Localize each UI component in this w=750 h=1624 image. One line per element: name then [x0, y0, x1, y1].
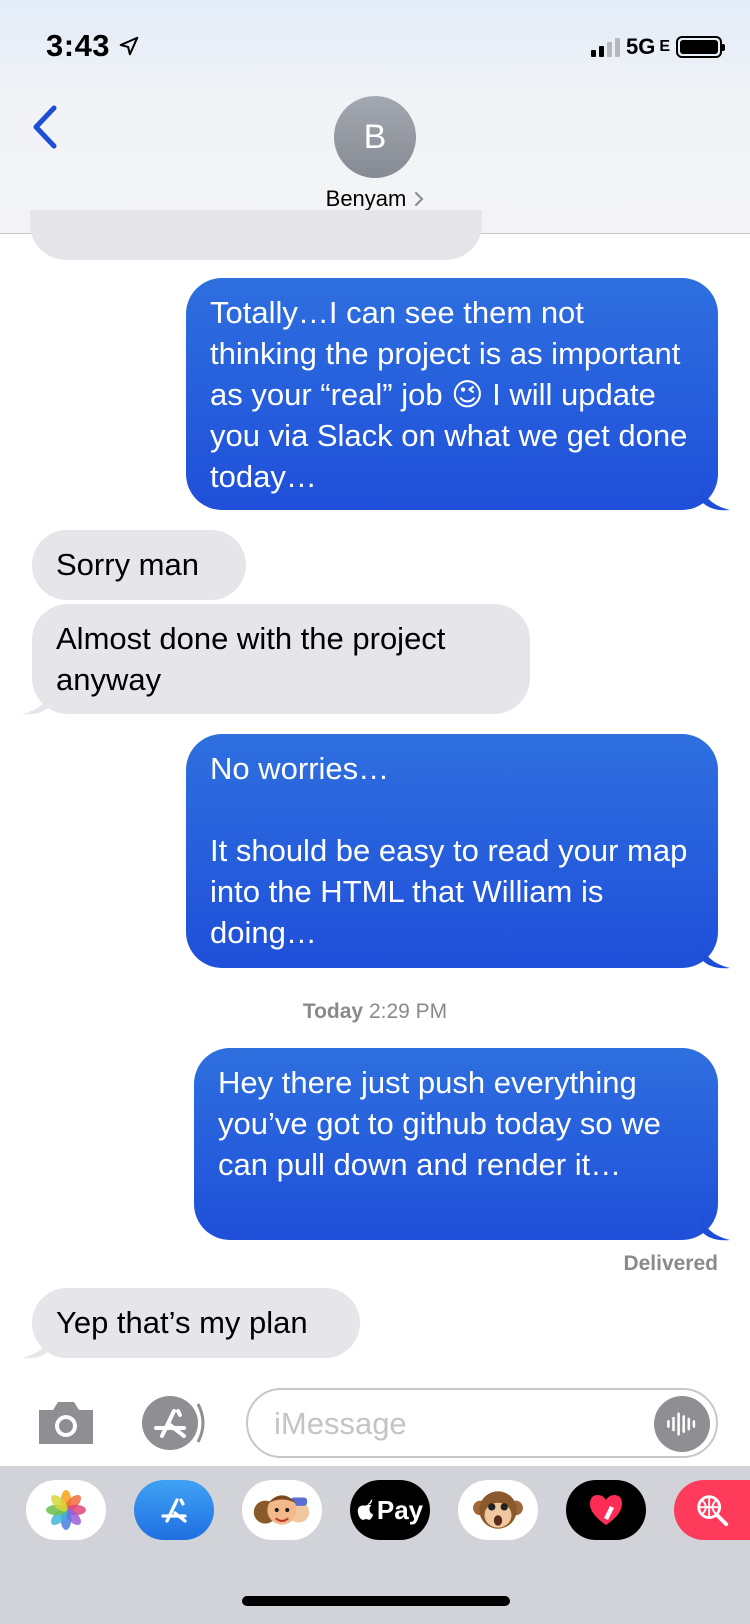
imessage-placeholder: iMessage [274, 1406, 407, 1441]
audio-message-button[interactable] [654, 1396, 710, 1452]
app-store-icon[interactable] [134, 1480, 214, 1540]
web-images-search-icon[interactable] [674, 1480, 750, 1540]
bubble-tail [700, 482, 730, 511]
timestamp-day: Today [302, 1000, 364, 1023]
apple-pay-label: Pay [376, 1494, 424, 1525]
message-bubble-incoming[interactable]: Yep that’s my plan [32, 1288, 360, 1358]
camera-icon[interactable] [35, 1398, 97, 1448]
avatar-initial: B [363, 117, 387, 156]
memoji-icon[interactable] [242, 1480, 322, 1540]
timestamp-time: 2:29 PM [368, 1000, 448, 1023]
network-subtype: E [659, 38, 670, 55]
chevron-right-icon [415, 192, 424, 206]
back-chevron-icon[interactable] [30, 104, 60, 150]
message-bubble-incoming[interactable]: Almost done with the project anyway [32, 604, 530, 714]
signal-strength-icon [590, 37, 620, 57]
clock-text: 3:43 [46, 28, 111, 63]
message-bubble-outgoing[interactable]: No worries… It should be easy to read yo… [186, 734, 718, 968]
bubble-tail [22, 1330, 52, 1359]
message-bubble-outgoing[interactable]: Hey there just push everything you’ve go… [194, 1048, 718, 1240]
message-bubble-outgoing[interactable]: Totally…I can see them not thinking the … [186, 278, 718, 510]
battery-icon [676, 36, 725, 58]
apple-logo-icon [357, 1499, 374, 1520]
digital-touch-icon[interactable] [566, 1480, 646, 1540]
home-indicator[interactable] [242, 1596, 510, 1606]
imessage-input[interactable]: iMessage [246, 1388, 718, 1458]
bubble-tail [700, 1212, 730, 1241]
conversation-timestamp: Today 2:29 PM [0, 1000, 750, 1024]
message-bubble-incoming[interactable]: Sorry man [32, 530, 246, 600]
delivered-status: Delivered [623, 1252, 718, 1275]
apple-pay-icon[interactable]: Pay [350, 1480, 430, 1540]
conversation-header: 3:43 5G E B Benyam [0, 0, 750, 234]
status-bar-indicators: 5G E [590, 34, 725, 60]
location-arrow-icon [119, 36, 139, 56]
previous-message-bubble [30, 210, 482, 260]
animoji-monkey-icon[interactable] [458, 1480, 538, 1540]
app-store-button-icon[interactable] [140, 1394, 212, 1452]
contact-name: Benyam [325, 186, 407, 211]
contact-name-button[interactable]: Benyam [0, 186, 750, 212]
bubble-tail [700, 940, 730, 969]
photos-app-icon[interactable] [26, 1480, 106, 1540]
contact-avatar[interactable]: B [334, 96, 416, 178]
network-type: 5G [625, 34, 656, 59]
waveform-icon [667, 1412, 696, 1436]
status-bar-time: 3:43 [46, 28, 140, 64]
bubble-tail [22, 686, 52, 715]
